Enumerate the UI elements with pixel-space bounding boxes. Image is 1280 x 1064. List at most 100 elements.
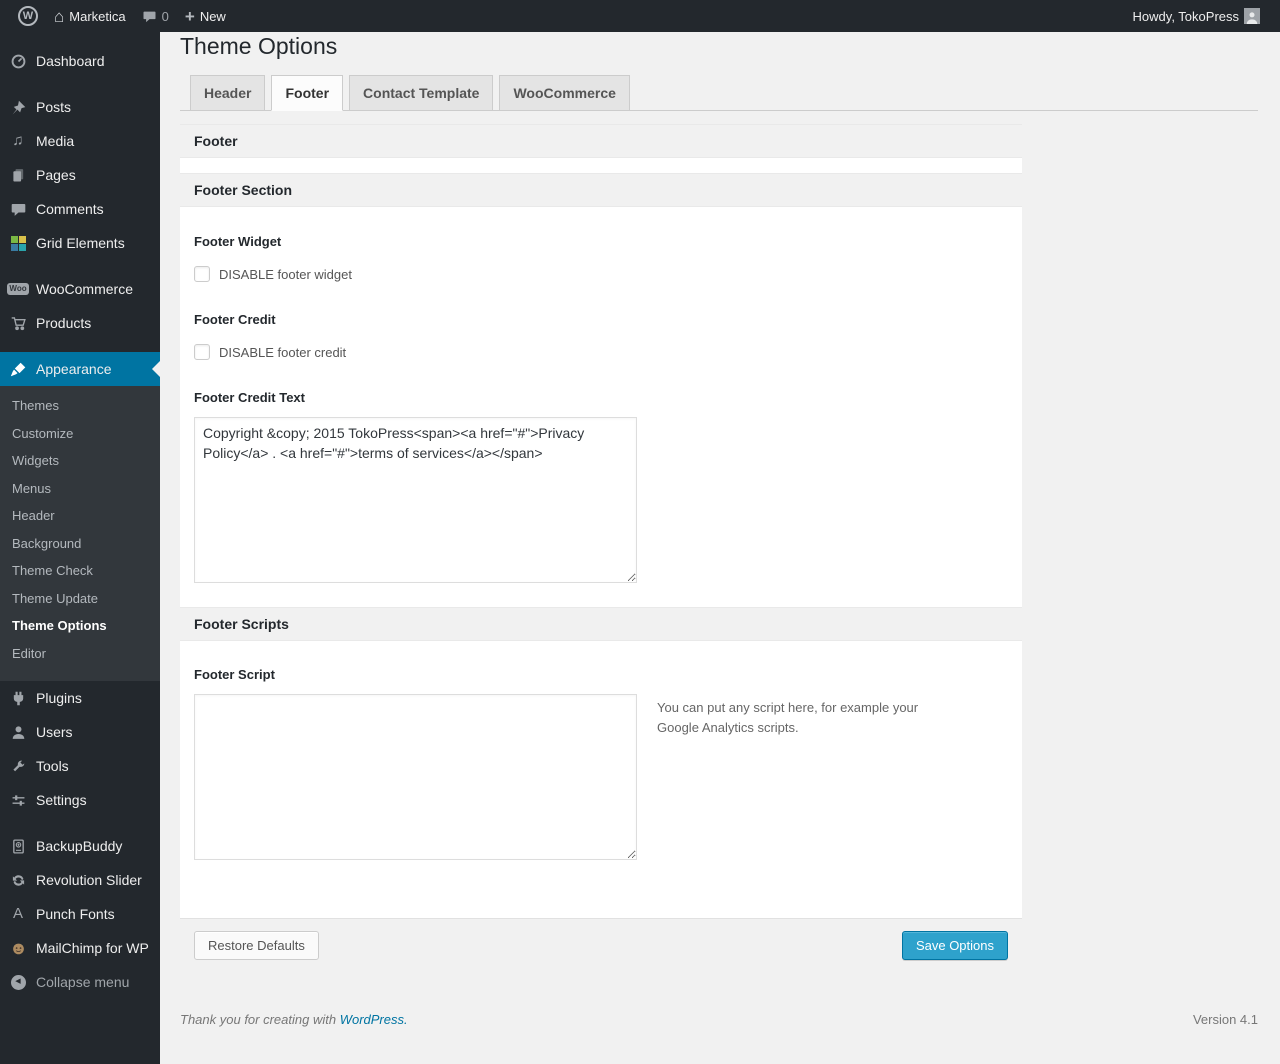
tab-contact-template[interactable]: Contact Template xyxy=(349,75,494,111)
tab-header[interactable]: Header xyxy=(190,75,266,111)
site-name-menu[interactable]: ⌂ Marketica xyxy=(46,0,134,32)
pushpin-icon xyxy=(8,97,28,117)
sidebar-item-plugins[interactable]: Plugins xyxy=(0,681,160,715)
main-content: Theme Options Header Footer Contact Temp… xyxy=(160,32,1280,1027)
options-panel: Footer Footer Section Footer Widget DISA… xyxy=(180,124,1022,972)
plus-icon: + xyxy=(184,6,195,26)
sidebar-item-pages[interactable]: Pages xyxy=(0,158,160,192)
submenu-item-theme-options[interactable]: Theme Options xyxy=(0,612,160,640)
backup-drive-icon xyxy=(8,836,28,856)
disable-footer-widget-text[interactable]: DISABLE footer widget xyxy=(219,267,352,282)
sidebar-item-label: Dashboard xyxy=(36,53,105,69)
home-icon: ⌂ xyxy=(54,6,65,26)
media-note-icon: ♫ xyxy=(12,132,24,149)
disable-footer-credit-checkbox[interactable] xyxy=(194,344,210,360)
thanks-prefix: Thank you for creating with xyxy=(180,1012,337,1027)
footer-section-body: Footer Widget DISABLE footer widget Foot… xyxy=(180,207,1022,583)
footer-credit-text-textarea[interactable]: Copyright &copy; 2015 TokoPress<span><a … xyxy=(194,417,637,583)
plug-icon xyxy=(8,688,28,708)
sidebar-item-posts[interactable]: Posts xyxy=(0,90,160,124)
appearance-submenu: Themes Customize Widgets Menus Header Ba… xyxy=(0,386,160,681)
sidebar-item-punch-fonts[interactable]: A Punch Fonts xyxy=(0,897,160,931)
admin-footer: Thank you for creating with WordPress. V… xyxy=(180,1012,1258,1027)
restore-defaults-button[interactable]: Restore Defaults xyxy=(194,931,319,960)
disable-footer-widget-checkbox[interactable] xyxy=(194,266,210,282)
submenu-item-customize[interactable]: Customize xyxy=(0,420,160,448)
sidebar-item-users[interactable]: Users xyxy=(0,715,160,749)
sidebar-item-label: Plugins xyxy=(36,690,82,706)
sidebar-item-grid-elements[interactable]: Grid Elements xyxy=(0,226,160,260)
section-header-footer: Footer xyxy=(180,124,1022,158)
save-options-button[interactable]: Save Options xyxy=(901,931,1008,960)
sidebar-item-woocommerce[interactable]: Woo WooCommerce xyxy=(0,272,160,306)
howdy-text: Howdy, TokoPress xyxy=(1132,8,1239,24)
sidebar-item-backupbuddy[interactable]: BackupBuddy xyxy=(0,829,160,863)
footer-scripts-body: Footer Script You can put any script her… xyxy=(180,641,1022,918)
sidebar-item-label: Posts xyxy=(36,99,72,115)
sidebar-item-label: Users xyxy=(36,724,73,740)
sidebar-item-label: Media xyxy=(36,133,75,149)
footer-thanks-text: Thank you for creating with WordPress. xyxy=(180,1012,408,1027)
wordpress-logo-icon: W xyxy=(18,6,38,26)
tab-footer[interactable]: Footer xyxy=(271,75,344,111)
sidebar-item-appearance[interactable]: Appearance xyxy=(0,352,160,386)
new-label: New xyxy=(199,8,226,24)
sidebar-item-label: WooCommerce xyxy=(36,281,133,297)
admin-sidebar: Dashboard Posts ♫ Media Pages Comments G… xyxy=(0,32,160,1064)
sidebar-item-label: Products xyxy=(36,315,92,331)
submenu-item-background[interactable]: Background xyxy=(0,530,160,558)
sidebar-item-media[interactable]: ♫ Media xyxy=(0,124,160,158)
pages-icon xyxy=(8,165,28,185)
submenu-item-themes[interactable]: Themes xyxy=(0,392,160,420)
cart-icon xyxy=(8,313,28,333)
sidebar-item-settings[interactable]: Settings xyxy=(0,783,160,817)
submenu-item-theme-update[interactable]: Theme Update xyxy=(0,585,160,613)
sidebar-item-tools[interactable]: Tools xyxy=(0,749,160,783)
sidebar-item-products[interactable]: Products xyxy=(0,306,160,340)
wrench-icon xyxy=(8,756,28,776)
sidebar-item-mailchimp[interactable]: MailChimp for WP xyxy=(0,931,160,965)
theme-options-tabs: Header Footer Contact Template WooCommer… xyxy=(180,75,1258,111)
avatar xyxy=(1244,8,1260,24)
tab-woocommerce[interactable]: WooCommerce xyxy=(499,75,630,111)
sidebar-item-label: Tools xyxy=(36,758,69,774)
sidebar-item-label: Settings xyxy=(36,792,87,808)
section-header-footer-section: Footer Section xyxy=(180,173,1022,207)
wordpress-logo-menu[interactable]: W xyxy=(10,0,46,32)
submenu-item-editor[interactable]: Editor xyxy=(0,640,160,668)
footer-widget-label: Footer Widget xyxy=(194,234,282,249)
new-content-menu[interactable]: + New xyxy=(177,0,234,32)
footer-script-help-text: You can put any script here, for example… xyxy=(657,700,919,736)
sidebar-item-label: MailChimp for WP xyxy=(36,940,149,956)
footer-script-label: Footer Script xyxy=(194,667,275,682)
sidebar-item-label: Revolution Slider xyxy=(36,872,142,888)
footer-script-textarea[interactable] xyxy=(194,694,637,860)
paintbrush-icon xyxy=(8,359,28,379)
sidebar-item-dashboard[interactable]: Dashboard xyxy=(0,44,160,78)
account-menu[interactable]: Howdy, TokoPress xyxy=(1125,0,1268,32)
collapse-menu-button[interactable]: ◀ Collapse menu xyxy=(0,965,160,999)
version-text: Version 4.1 xyxy=(1192,1012,1258,1027)
footer-credit-label: Footer Credit xyxy=(194,312,276,327)
submenu-item-widgets[interactable]: Widgets xyxy=(0,447,160,475)
sidebar-item-label: Pages xyxy=(36,167,76,183)
comment-bubble-icon xyxy=(142,9,157,24)
page-title: Theme Options xyxy=(180,33,338,59)
sliders-icon xyxy=(8,790,28,810)
refresh-arrows-icon xyxy=(8,870,28,890)
submenu-item-theme-check[interactable]: Theme Check xyxy=(0,557,160,585)
sidebar-item-label: Punch Fonts xyxy=(36,906,115,922)
mailchimp-monkey-icon xyxy=(8,938,28,958)
sidebar-item-revolution-slider[interactable]: Revolution Slider xyxy=(0,863,160,897)
sidebar-item-comments[interactable]: Comments xyxy=(0,192,160,226)
wordpress-link[interactable]: WordPress. xyxy=(340,1012,408,1027)
section-header-footer-scripts: Footer Scripts xyxy=(180,607,1022,641)
comments-menu[interactable]: 0 xyxy=(134,0,177,32)
sidebar-item-label: Grid Elements xyxy=(36,235,125,251)
disable-footer-credit-text[interactable]: DISABLE footer credit xyxy=(219,345,346,360)
submenu-item-menus[interactable]: Menus xyxy=(0,475,160,503)
letter-a-icon: A xyxy=(12,905,23,922)
submenu-item-header[interactable]: Header xyxy=(0,502,160,530)
collapse-arrow-icon: ◀ xyxy=(8,972,28,992)
comment-count: 0 xyxy=(161,8,169,24)
